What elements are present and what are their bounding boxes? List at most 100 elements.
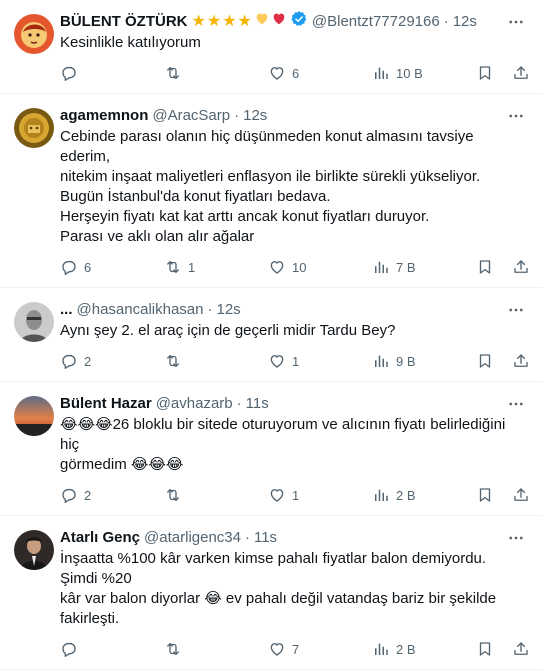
retweet-button[interactable] xyxy=(164,352,268,370)
author-handle[interactable]: @Blentzt77729166 xyxy=(312,12,440,32)
reply-icon xyxy=(60,258,78,276)
author-handle[interactable]: @hasancalikhasan xyxy=(77,300,204,320)
reply-button[interactable]: 2 xyxy=(60,486,164,504)
heart-icon xyxy=(268,258,286,276)
more-icon[interactable] xyxy=(506,394,526,414)
views-button[interactable]: 7 B xyxy=(372,258,476,276)
tweet-actions: 7 2 B xyxy=(60,629,532,669)
tweet-time[interactable]: 11s xyxy=(246,394,269,414)
tweet[interactable]: agamemnon @AracSarp · 12s Cebinde parası ola… xyxy=(0,94,542,288)
bookmark-button[interactable] xyxy=(476,64,512,82)
bookmark-button[interactable] xyxy=(476,640,512,658)
bookmark-icon xyxy=(476,258,494,276)
tweet-time[interactable]: 11s xyxy=(254,528,277,548)
tweet-text-line: Bugün İstanbul'da konut fiyatları bedava… xyxy=(60,188,331,205)
tweet-text-line: İnşaatta %100 kâr varken kimse pahalı fi… xyxy=(60,550,487,587)
retweet-icon xyxy=(164,258,182,276)
tweet-text-line: Kesinlikle katılıyorum xyxy=(60,34,201,51)
author-name[interactable]: BÜLENT ÖZTÜRK xyxy=(60,12,188,32)
views-count: 7 B xyxy=(396,259,416,275)
like-button[interactable]: 10 xyxy=(268,258,372,276)
tweet-text: 😂😂😂26 bloklu bir sitede oturuyorum ve al… xyxy=(60,415,526,475)
avatar[interactable] xyxy=(14,108,54,148)
tweet-text-line: görmedim 😂😂😂 xyxy=(60,456,184,473)
tweet-actions: 6 10 B xyxy=(60,53,532,93)
like-button[interactable]: 6 xyxy=(268,64,372,82)
views-button[interactable]: 10 B xyxy=(372,64,476,82)
tweet-header: Bülent Hazar @avhazarb · 11s xyxy=(60,394,526,414)
separator-dot: · xyxy=(236,395,242,412)
share-button[interactable] xyxy=(512,258,532,276)
tweet-text-line: nitekim inşaat maliyetleri enflasyon ile… xyxy=(60,168,481,185)
tweet-actions: 2 1 2 B xyxy=(60,475,532,515)
avatar[interactable] xyxy=(14,530,54,570)
tweet[interactable]: BÜLENT ÖZTÜRK ★★★★ @Blentzt77729166 · 12s Kes… xyxy=(0,0,542,94)
like-button[interactable]: 7 xyxy=(268,640,372,658)
tweet-time[interactable]: 12s xyxy=(217,300,241,320)
retweet-button[interactable] xyxy=(164,640,268,658)
separator-dot: · xyxy=(244,529,250,546)
tweet-text: İnşaatta %100 kâr varken kimse pahalı fi… xyxy=(60,549,526,629)
tweet-time[interactable]: 12s xyxy=(243,106,267,126)
views-count: 2 B xyxy=(396,641,416,657)
retweet-button[interactable]: 1 xyxy=(164,258,268,276)
tweet-header: BÜLENT ÖZTÜRK ★★★★ @Blentzt77729166 · 12s xyxy=(60,11,526,33)
like-button[interactable]: 1 xyxy=(268,486,372,504)
bookmark-button[interactable] xyxy=(476,352,512,370)
share-icon xyxy=(512,64,530,82)
reply-count: 6 xyxy=(84,259,92,275)
views-icon xyxy=(372,486,390,504)
avatar[interactable] xyxy=(14,396,54,436)
author-handle[interactable]: @avhazarb xyxy=(156,394,233,414)
reply-button[interactable]: 6 xyxy=(60,258,164,276)
reply-button[interactable]: 2 xyxy=(60,352,164,370)
views-button[interactable]: 9 B xyxy=(372,352,476,370)
share-icon xyxy=(512,486,530,504)
author-name[interactable]: Atarlı Genç xyxy=(60,528,140,548)
bookmark-button[interactable] xyxy=(476,486,512,504)
reply-count: 2 xyxy=(84,353,92,369)
reply-feed: BÜLENT ÖZTÜRK ★★★★ @Blentzt77729166 · 12s Kes… xyxy=(0,0,542,670)
more-icon[interactable] xyxy=(506,300,526,320)
heart-icon xyxy=(268,352,286,370)
reply-button[interactable] xyxy=(60,64,164,82)
avatar[interactable] xyxy=(14,14,54,54)
views-button[interactable]: 2 B xyxy=(372,486,476,504)
bookmark-button[interactable] xyxy=(476,258,512,276)
author-name[interactable]: agamemnon xyxy=(60,106,148,126)
share-button[interactable] xyxy=(512,352,532,370)
retweet-button[interactable] xyxy=(164,64,268,82)
like-button[interactable]: 1 xyxy=(268,352,372,370)
tweet-time[interactable]: 12s xyxy=(453,12,477,32)
share-button[interactable] xyxy=(512,64,532,82)
share-button[interactable] xyxy=(512,486,532,504)
reply-button[interactable] xyxy=(60,640,164,658)
retweet-button[interactable] xyxy=(164,486,268,504)
tweet-actions: 2 1 9 B xyxy=(60,341,532,381)
views-button[interactable]: 2 B xyxy=(372,640,476,658)
author-handle[interactable]: @atarligenc34 xyxy=(144,528,241,548)
views-icon xyxy=(372,640,390,658)
bookmark-icon xyxy=(476,352,494,370)
bookmark-icon xyxy=(476,64,494,82)
more-icon[interactable] xyxy=(506,528,526,548)
separator-dot: · xyxy=(207,301,213,318)
separator-dot: · xyxy=(234,107,240,124)
tweet[interactable]: ... @hasancalikhasan · 12s Aynı şey 2. el ar… xyxy=(0,288,542,382)
bookmark-icon xyxy=(476,640,494,658)
avatar[interactable] xyxy=(14,302,54,342)
tweet-text-line: Herşeyin fiyatı kat kat arttı ancak konu… xyxy=(60,208,430,225)
tweet[interactable]: Bülent Hazar @avhazarb · 11s 😂😂😂26 bloklu bi… xyxy=(0,382,542,516)
share-icon xyxy=(512,640,530,658)
share-button[interactable] xyxy=(512,640,532,658)
author-name[interactable]: ... xyxy=(60,300,73,320)
author-handle[interactable]: @AracSarp xyxy=(152,106,230,126)
more-icon[interactable] xyxy=(506,106,526,126)
name-emoji-decoration: ★★★★ xyxy=(192,11,287,33)
yellow-heart-icon xyxy=(254,11,270,33)
like-count: 7 xyxy=(292,641,300,657)
more-icon[interactable] xyxy=(506,12,526,32)
heart-icon xyxy=(268,640,286,658)
tweet[interactable]: Atarlı Genç @atarligenc34 · 11s İnşaatta %10… xyxy=(0,516,542,670)
author-name[interactable]: Bülent Hazar xyxy=(60,394,152,414)
